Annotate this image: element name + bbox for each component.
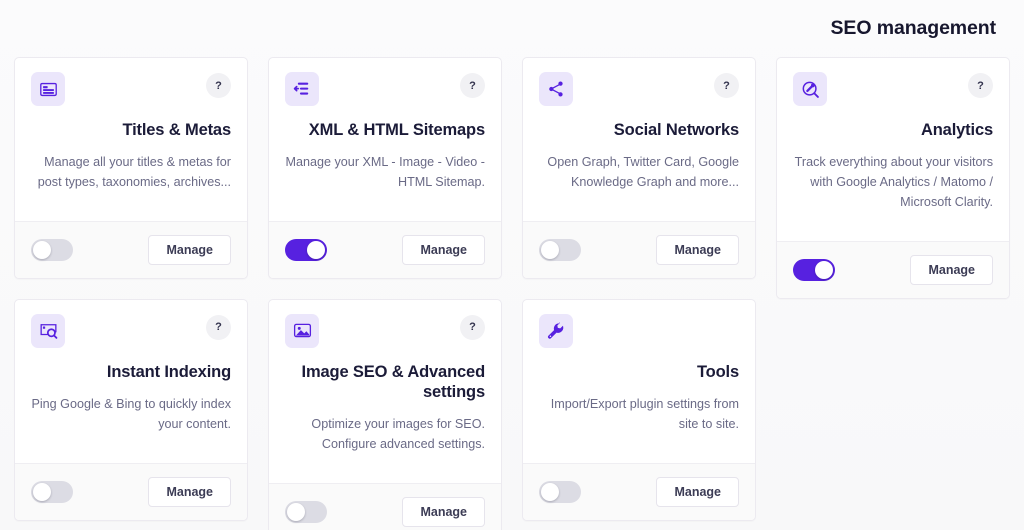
card-top-row: ? [285, 72, 485, 106]
text-lines-icon [31, 72, 65, 106]
card-top-row: ? [539, 313, 739, 348]
grid-column: ? Social Networks Open Graph, Twitter Card… [522, 57, 756, 521]
manage-button[interactable]: Manage [910, 254, 993, 286]
help-icon[interactable]: ? [968, 73, 993, 98]
card-spacer [285, 193, 485, 211]
module-enable-toggle[interactable] [285, 238, 327, 261]
card-description: Manage your XML - Image - Video - HTML S… [285, 155, 486, 190]
card-description: Manage all your titles & metas for post … [37, 155, 231, 190]
module-enable-toggle[interactable] [31, 238, 73, 261]
card-description: Track everything about your visitors wit… [794, 155, 993, 209]
module-enable-toggle[interactable] [539, 480, 581, 503]
help-icon[interactable]: ? [714, 73, 739, 98]
card-body: ? Analytics Track everything about your vi… [777, 58, 1009, 241]
wrench-icon [539, 313, 573, 348]
module-enable-toggle[interactable] [31, 480, 73, 503]
manage-button[interactable]: Manage [656, 476, 739, 508]
grid-column: ? Analytics Track everything about your vi… [776, 57, 1010, 299]
card-spacer [539, 435, 739, 453]
card-title: Titles & Metas [122, 121, 231, 139]
sitemap-lines-icon [285, 72, 319, 106]
card-title: XML & HTML Sitemaps [308, 121, 485, 139]
card-top-row: ? [31, 313, 231, 348]
card-spacer [793, 213, 993, 231]
card-footer: Manage [523, 462, 755, 520]
card-body: ? Titles & Metas Manage all your titles & … [15, 58, 247, 221]
page-header: SEO management [0, 0, 1024, 57]
module-card-analytics: ? Analytics Track everything about your vi… [776, 57, 1010, 299]
card-title: Analytics [920, 121, 993, 139]
magnifier-chart-icon [793, 72, 827, 106]
card-footer: Manage [777, 240, 1009, 298]
card-footer: Manage [523, 220, 755, 278]
card-spacer [539, 193, 739, 211]
card-footer: Manage [15, 220, 247, 278]
card-description: Open Graph, Twitter Card, Google Knowled… [547, 155, 739, 190]
toggle-knob [33, 482, 51, 501]
module-card-image-seo: ? Image SEO & Advanced settings Optimize y… [268, 298, 502, 530]
card-body: ? XML & HTML Sitemaps Manage your XML - Im… [269, 58, 501, 221]
help-icon[interactable]: ? [460, 73, 485, 98]
help-icon[interactable]: ? [206, 314, 231, 340]
help-icon[interactable]: ? [206, 73, 231, 98]
manage-button[interactable]: Manage [402, 234, 485, 266]
module-card-instant-indexing: ? Instant Indexing Ping Google & Bing to q… [14, 298, 248, 521]
module-enable-toggle[interactable] [793, 258, 835, 281]
toggle-knob [541, 482, 559, 501]
share-nodes-icon [539, 72, 573, 106]
card-top-row: ? [539, 72, 739, 106]
grid-column: ? Titles & Metas Manage all your titles & … [14, 57, 248, 521]
toggle-knob [33, 240, 51, 259]
manage-button[interactable]: Manage [402, 496, 485, 528]
module-card-sitemaps: ? XML & HTML Sitemaps Manage your XML - Im… [268, 57, 502, 279]
module-enable-toggle[interactable] [285, 500, 327, 523]
page-title: SEO management [830, 16, 997, 39]
card-body: ? Social Networks Open Graph, Twitter Card… [523, 58, 755, 221]
card-spacer [285, 455, 485, 473]
manage-button[interactable]: Manage [148, 476, 231, 508]
indexing-search-icon [31, 313, 65, 348]
card-footer: Manage [15, 462, 247, 520]
module-card-social-networks: ? Social Networks Open Graph, Twitter Card… [522, 57, 756, 279]
card-body: ? Instant Indexing Ping Google & Bing to q… [15, 300, 247, 463]
card-top-row: ? [793, 72, 993, 106]
card-description: Optimize your images for SEO. Configure … [311, 417, 485, 452]
card-title: Tools [696, 362, 739, 381]
seo-management-page: SEO management ? Analytics Track everythin… [0, 0, 1024, 530]
card-body: ? Tools Import/Export plugin settings from… [523, 300, 755, 463]
manage-button[interactable]: Manage [148, 234, 231, 266]
card-description: Ping Google & Bing to quickly index your… [31, 397, 231, 431]
toggle-knob [541, 240, 559, 259]
seo-modules-grid: ? Analytics Track everything about your vi… [0, 57, 1024, 530]
manage-button[interactable]: Manage [656, 234, 739, 266]
toggle-knob [287, 502, 305, 521]
module-card-titles-metas: ? Titles & Metas Manage all your titles & … [14, 57, 248, 279]
card-description: Import/Export plugin settings from site … [550, 397, 739, 431]
module-enable-toggle[interactable] [539, 238, 581, 261]
toggle-knob [307, 240, 325, 259]
card-footer: Manage [269, 220, 501, 278]
card-spacer [31, 193, 231, 211]
card-title: Image SEO & Advanced settings [301, 362, 486, 402]
module-card-tools: ? Tools Import/Export plugin settings from… [522, 298, 756, 521]
help-icon[interactable]: ? [460, 314, 485, 340]
card-spacer [31, 435, 231, 453]
card-title: Social Networks [613, 121, 739, 139]
image-picture-icon [285, 313, 319, 348]
toggle-knob [815, 260, 833, 279]
card-top-row: ? [285, 313, 485, 348]
card-top-row: ? [31, 72, 231, 106]
card-body: ? Image SEO & Advanced settings Optimize y… [269, 300, 501, 483]
grid-column: ? XML & HTML Sitemaps Manage your XML - Im… [268, 57, 502, 530]
card-footer: Manage [269, 482, 501, 530]
card-title: Instant Indexing [106, 362, 231, 381]
